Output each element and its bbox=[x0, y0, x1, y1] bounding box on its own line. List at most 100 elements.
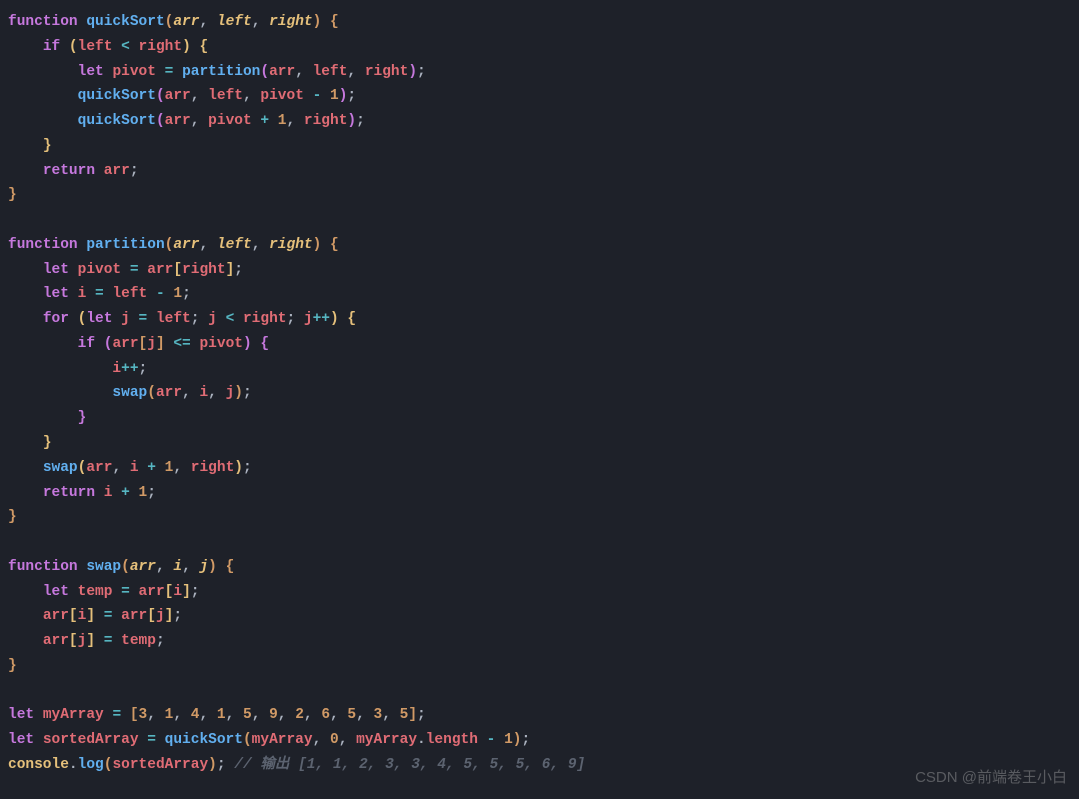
token-punct bbox=[8, 88, 78, 104]
token-punct bbox=[95, 633, 104, 649]
token-variable: sortedArray bbox=[43, 732, 139, 748]
token-punct bbox=[217, 311, 226, 327]
token-variable: j bbox=[226, 385, 235, 401]
token-brace-y: [ bbox=[69, 608, 78, 624]
token-punct: , bbox=[199, 14, 216, 30]
token-fn: partition bbox=[86, 237, 164, 253]
token-variable: j bbox=[208, 311, 217, 327]
code-editor[interactable]: function quickSort(arr, left, right) { i… bbox=[8, 10, 1071, 778]
token-punct bbox=[147, 286, 156, 302]
token-variable: pivot bbox=[112, 64, 156, 80]
code-line[interactable]: } bbox=[8, 134, 1071, 159]
code-line[interactable]: function swap(arr, i, j) { bbox=[8, 555, 1071, 580]
code-line[interactable] bbox=[8, 530, 1071, 555]
code-line[interactable]: function quickSort(arr, left, right) { bbox=[8, 10, 1071, 35]
token-brace: [ bbox=[130, 707, 139, 723]
token-kw: if bbox=[43, 39, 60, 55]
token-num: 1 bbox=[504, 732, 513, 748]
token-brace: [ bbox=[139, 336, 148, 352]
token-brace-p: { bbox=[260, 336, 269, 352]
code-line[interactable]: let temp = arr[i]; bbox=[8, 580, 1071, 605]
code-line[interactable]: swap(arr, i + 1, right); bbox=[8, 456, 1071, 481]
code-line[interactable]: } bbox=[8, 505, 1071, 530]
code-line[interactable]: swap(arr, i, j); bbox=[8, 381, 1071, 406]
token-punct bbox=[8, 361, 112, 377]
token-brace-y: ] bbox=[182, 584, 191, 600]
token-punct: , bbox=[304, 707, 321, 723]
code-line[interactable] bbox=[8, 679, 1071, 704]
code-line[interactable]: let i = left - 1; bbox=[8, 282, 1071, 307]
token-num: 9 bbox=[269, 707, 278, 723]
token-punct bbox=[8, 410, 78, 426]
code-line[interactable]: } bbox=[8, 406, 1071, 431]
code-line[interactable]: } bbox=[8, 431, 1071, 456]
token-punct: , bbox=[252, 14, 269, 30]
code-line[interactable]: if (left < right) { bbox=[8, 35, 1071, 60]
code-line[interactable]: quickSort(arr, left, pivot - 1); bbox=[8, 84, 1071, 109]
token-punct bbox=[95, 163, 104, 179]
token-param: i bbox=[173, 559, 182, 575]
token-op: + bbox=[260, 113, 269, 129]
token-fn: quickSort bbox=[78, 88, 156, 104]
code-line[interactable]: return arr; bbox=[8, 159, 1071, 184]
token-brace: { bbox=[330, 14, 339, 30]
token-punct bbox=[173, 64, 182, 80]
token-variable: pivot bbox=[78, 262, 122, 278]
token-punct bbox=[112, 633, 121, 649]
code-line[interactable]: function partition(arr, left, right) { bbox=[8, 233, 1071, 258]
code-line[interactable]: let sortedArray = quickSort(myArray, 0, … bbox=[8, 728, 1071, 753]
token-op: <= bbox=[173, 336, 190, 352]
token-punct: ; bbox=[156, 633, 165, 649]
token-punct bbox=[217, 559, 226, 575]
token-punct: , bbox=[173, 707, 190, 723]
token-punct bbox=[8, 336, 78, 352]
token-punct: ; bbox=[417, 64, 426, 80]
token-punct bbox=[234, 311, 243, 327]
code-line[interactable]: return i + 1; bbox=[8, 481, 1071, 506]
token-param: arr bbox=[173, 237, 199, 253]
watermark-text: CSDN @前端卷王小白 bbox=[915, 766, 1067, 791]
token-variable: right bbox=[243, 311, 287, 327]
token-punct bbox=[8, 584, 43, 600]
token-punct: , bbox=[313, 732, 330, 748]
token-variable: arr bbox=[112, 336, 138, 352]
code-line[interactable]: for (let j = left; j < right; j++) { bbox=[8, 307, 1071, 332]
token-punct: , bbox=[182, 385, 199, 401]
token-punct bbox=[8, 608, 43, 624]
token-num: 6 bbox=[321, 707, 330, 723]
code-line[interactable]: quickSort(arr, pivot + 1, right); bbox=[8, 109, 1071, 134]
token-punct bbox=[147, 311, 156, 327]
token-variable: temp bbox=[121, 633, 156, 649]
token-param: left bbox=[217, 14, 252, 30]
code-line[interactable]: arr[i] = arr[j]; bbox=[8, 604, 1071, 629]
token-variable: left bbox=[208, 88, 243, 104]
token-num: 1 bbox=[173, 286, 182, 302]
token-punct: , bbox=[295, 64, 312, 80]
token-brace-y: ] bbox=[86, 608, 95, 624]
token-op: < bbox=[226, 311, 235, 327]
code-line[interactable]: console.log(sortedArray); // 输出 [1, 1, 2… bbox=[8, 753, 1071, 778]
token-punct: ; bbox=[234, 262, 243, 278]
code-line[interactable]: let pivot = partition(arr, left, right); bbox=[8, 60, 1071, 85]
token-punct bbox=[130, 311, 139, 327]
code-line[interactable]: } bbox=[8, 183, 1071, 208]
token-punct bbox=[269, 113, 278, 129]
code-line[interactable]: arr[j] = temp; bbox=[8, 629, 1071, 654]
token-op: = bbox=[95, 286, 104, 302]
code-line[interactable]: let myArray = [3, 1, 4, 1, 5, 9, 2, 6, 5… bbox=[8, 703, 1071, 728]
token-punct bbox=[112, 39, 121, 55]
code-line[interactable]: i++; bbox=[8, 357, 1071, 382]
code-line[interactable]: if (arr[j] <= pivot) { bbox=[8, 332, 1071, 357]
token-variable: right bbox=[139, 39, 183, 55]
code-line[interactable] bbox=[8, 208, 1071, 233]
code-line[interactable]: } bbox=[8, 654, 1071, 679]
token-punct bbox=[304, 88, 313, 104]
code-line[interactable]: let pivot = arr[right]; bbox=[8, 258, 1071, 283]
token-brace-y: ( bbox=[69, 39, 78, 55]
token-kw: let bbox=[8, 732, 34, 748]
token-brace-p: ( bbox=[156, 88, 165, 104]
token-brace: { bbox=[330, 237, 339, 253]
token-punct bbox=[8, 633, 43, 649]
token-kw: return bbox=[43, 485, 95, 501]
token-punct bbox=[69, 262, 78, 278]
